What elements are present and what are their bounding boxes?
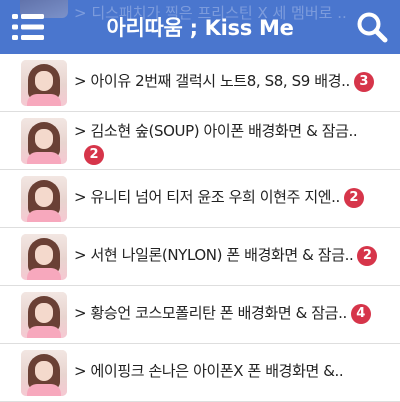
post-thumbnail <box>21 60 67 106</box>
post-thumbnail <box>21 350 67 396</box>
post-thumbnail <box>21 176 67 222</box>
post-title: > 서현 나일론(NYLON) 폰 배경화면 & 잠금.. <box>74 246 354 264</box>
post-title-line: > 황승언 코스모폴리탄 폰 배경화면 & 잠금.. 4 <box>74 302 390 325</box>
post-title-line: > 유니티 넘어 티저 윤조 우희 이현주 지엔.. 2 <box>74 186 390 209</box>
post-row[interactable]: > 서현 나일론(NYLON) 폰 배경화면 & 잠금.. 2 <box>0 228 400 286</box>
post-row[interactable]: > 아이유 2번째 갤럭시 노트8, S8, S9 배경.. 3 <box>0 54 400 112</box>
post-title: > 김소현 숲(SOUP) 아이폰 배경화면 & 잠금.. <box>74 122 358 140</box>
post-title: > 아이유 2번째 갤럭시 노트8, S8, S9 배경.. <box>74 72 350 90</box>
comment-count-badge: 2 <box>343 188 364 208</box>
page-title: 아리따움 ; Kiss Me <box>106 16 294 40</box>
post-row[interactable]: > 에이핑크 손나은 아이폰X 폰 배경화면 &.. <box>0 344 400 402</box>
post-title-line: > 에이핑크 손나은 아이폰X 폰 배경화면 &.. <box>74 360 390 383</box>
post-title: > 유니티 넘어 티저 윤조 우희 이현주 지엔.. <box>74 188 340 206</box>
post-thumbnail <box>21 234 67 280</box>
comment-count-badge: 4 <box>350 304 371 324</box>
post-row[interactable]: > 유니티 넘어 티저 윤조 우희 이현주 지엔.. 2 <box>0 170 400 228</box>
post-title: > 에이핑크 손나은 아이폰X 폰 배경화면 &.. <box>74 362 344 380</box>
search-icon[interactable] <box>356 11 388 43</box>
post-thumbnail <box>21 118 67 164</box>
post-title-line: > 김소현 숲(SOUP) 아이폰 배경화면 & 잠금.. 2 <box>74 120 390 166</box>
post-row[interactable]: > 황승언 코스모폴리탄 폰 배경화면 & 잠금.. 4 <box>0 286 400 344</box>
post-title-line: > 서현 나일론(NYLON) 폰 배경화면 & 잠금.. 2 <box>74 244 390 267</box>
post-thumbnail <box>21 292 67 338</box>
comment-count-badge: 2 <box>84 145 104 165</box>
post-title: > 황승언 코스모폴리탄 폰 배경화면 & 잠금.. <box>74 304 347 322</box>
post-title-line: > 아이유 2번째 갤럭시 노트8, S8, S9 배경.. 3 <box>74 70 390 93</box>
post-list: > 아이유 2번째 갤럭시 노트8, S8, S9 배경.. 3 > 김소현 숲(… <box>0 54 400 402</box>
top-app-bar: > 디스패치가 찍은 프리스틴 X 세 멤버로 .. 아리따움 ; Kiss M… <box>0 0 400 54</box>
comment-count-badge: 2 <box>357 246 378 266</box>
comment-count-badge: 3 <box>353 72 374 92</box>
post-row[interactable]: > 김소현 숲(SOUP) 아이폰 배경화면 & 잠금.. 2 <box>0 112 400 170</box>
